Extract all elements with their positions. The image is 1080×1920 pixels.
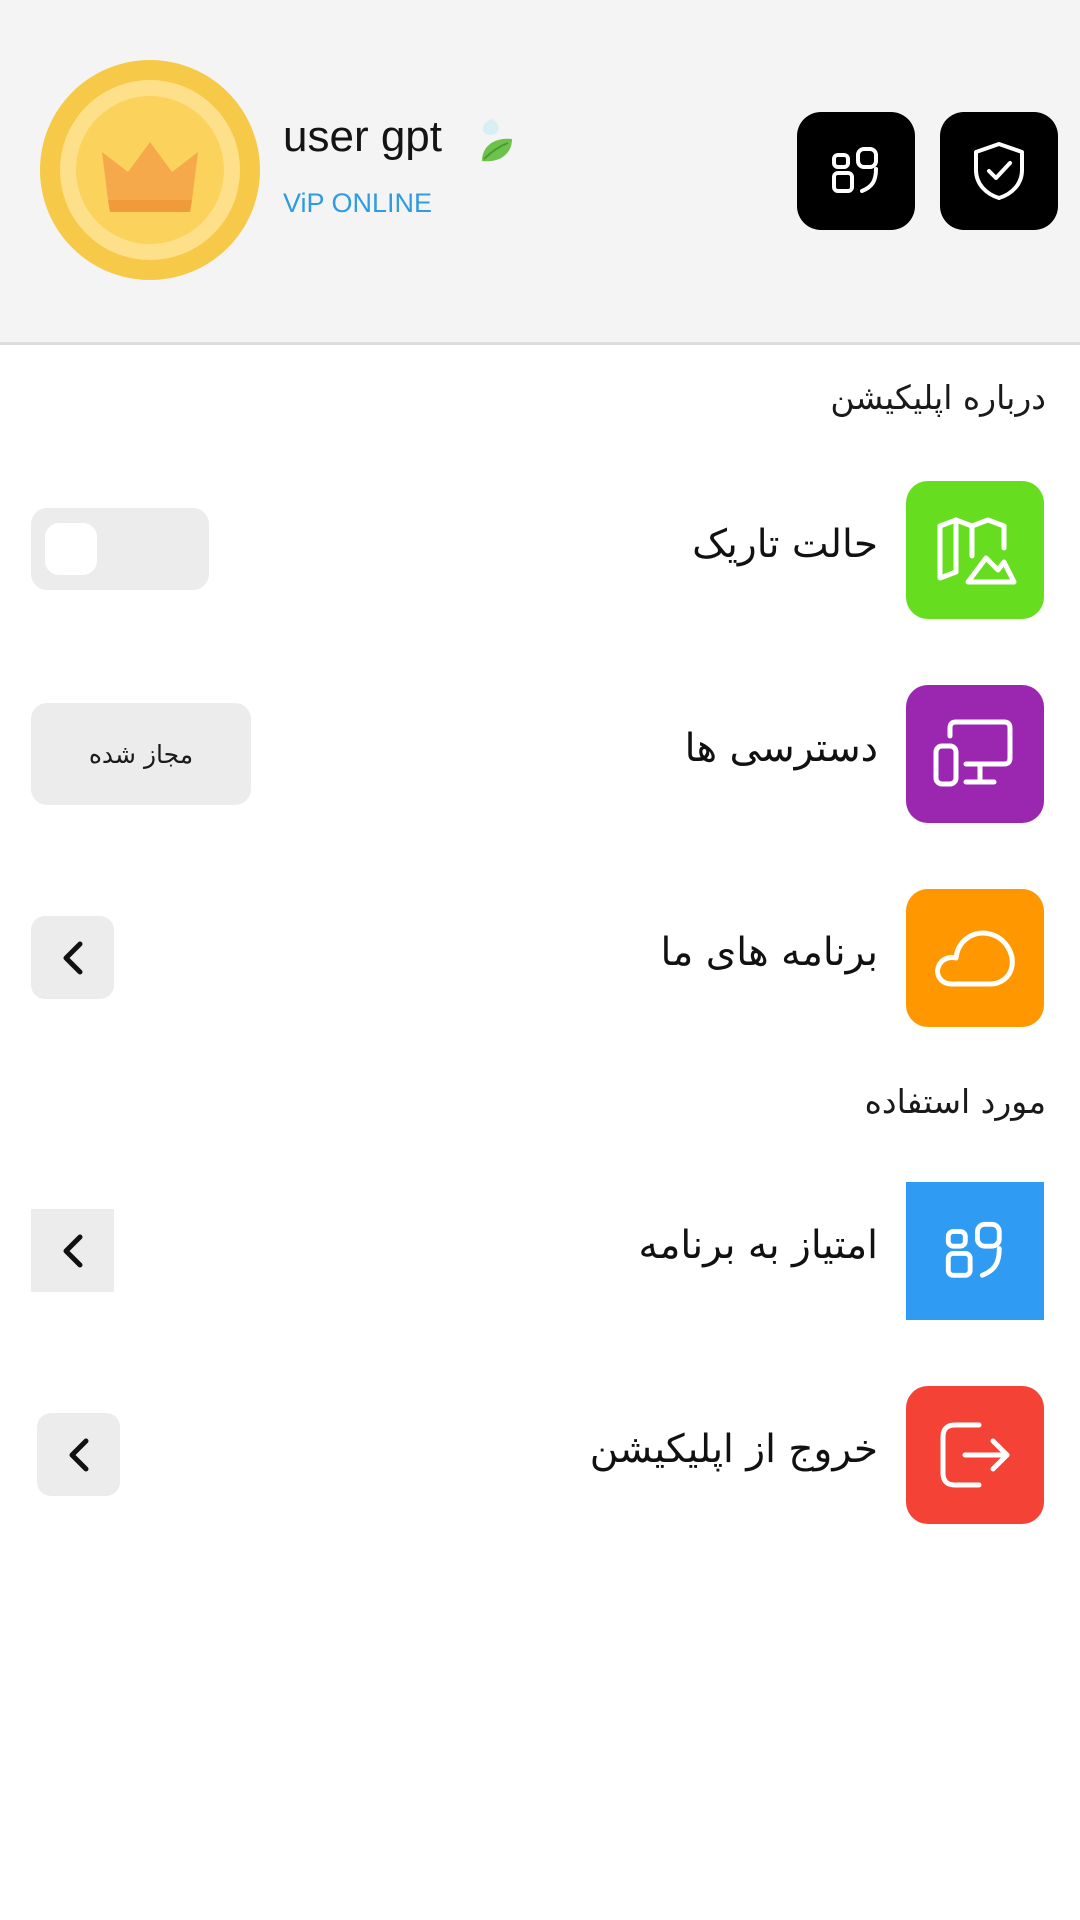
exit-app-chevron-button[interactable]	[37, 1413, 120, 1496]
exit-app-label: خروج از اپلیکیشن	[589, 1427, 878, 1472]
username: user gpt	[283, 112, 442, 161]
shield-check-icon	[974, 142, 1024, 200]
permissions-granted-button[interactable]: مجاز شده	[31, 703, 251, 805]
toggle-knob	[45, 523, 97, 575]
dark-mode-toggle[interactable]	[31, 508, 209, 590]
crown-coin-icon	[40, 60, 260, 280]
permissions-row-icon	[906, 685, 1044, 823]
rate-app-chevron-button[interactable]	[31, 1209, 114, 1292]
section-title-about: درباره اپلیکیشن	[830, 378, 1046, 417]
our-apps-chevron-button[interactable]	[31, 916, 114, 999]
chevron-left-icon	[63, 941, 82, 974]
section-title-usage: مورد استفاده	[864, 1082, 1046, 1121]
logout-icon	[940, 1422, 1010, 1488]
permissions-label: دسترسی ها	[684, 726, 878, 771]
settings-screen: user gpt ViP ONLINE درباره اپلیکیشن حالت…	[0, 0, 1080, 1920]
chevron-left-icon	[69, 1438, 88, 1471]
dark-mode-row-icon	[906, 481, 1044, 619]
map-icon	[937, 517, 1017, 585]
shield-button[interactable]	[940, 112, 1058, 230]
rate-app-label: امتیاز به برنامه	[638, 1223, 878, 1268]
chevron-left-icon	[63, 1234, 82, 1267]
vip-status: ViP ONLINE	[283, 188, 433, 218]
apps-button[interactable]	[797, 112, 915, 230]
leaf-icon	[472, 113, 520, 167]
devices-icon	[933, 719, 1013, 787]
apps-icon	[832, 147, 878, 193]
our-apps-row-icon	[906, 889, 1044, 1027]
profile-header: user gpt ViP ONLINE	[0, 0, 1080, 345]
rate-app-row-icon	[906, 1182, 1044, 1320]
cloud-icon	[935, 930, 1015, 987]
avatar	[40, 60, 260, 280]
our-apps-label: برنامه های ما	[660, 930, 878, 975]
exit-app-row-icon	[906, 1386, 1044, 1524]
dark-mode-label: حالت تاریک	[692, 522, 878, 567]
apps-icon	[945, 1221, 1002, 1278]
